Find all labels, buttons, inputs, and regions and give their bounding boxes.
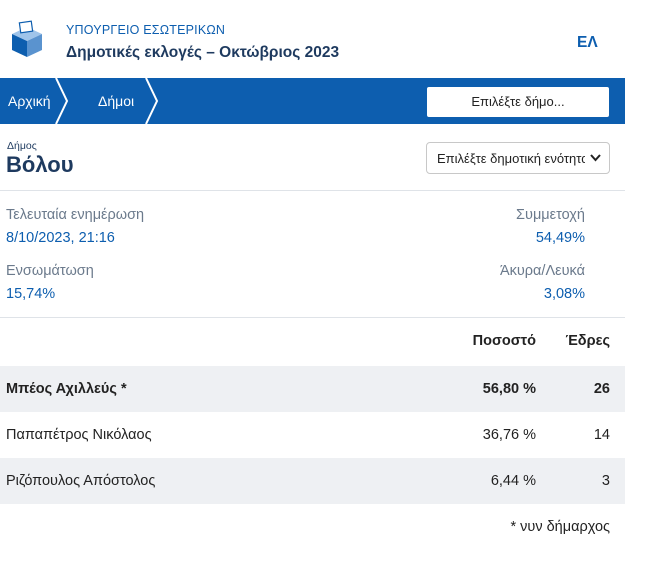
candidate-percent: 56,80 % bbox=[482, 381, 536, 397]
chevron-right-icon bbox=[55, 78, 69, 124]
chevron-right-icon bbox=[145, 78, 159, 124]
candidate-name: Μπέος Αχιλλεύς * bbox=[6, 381, 127, 397]
candidate-seats: 14 bbox=[593, 427, 610, 443]
candidate-name: Ριζόπουλος Απόστολος bbox=[6, 473, 156, 489]
candidate-seats: 3 bbox=[601, 473, 610, 489]
invalid-blank-value: 3,08% bbox=[543, 286, 585, 302]
results-app: ΥΠΟΥΡΓΕΙΟ ΕΣΩΤΕΡΙΚΩΝ Δημοτικές εκλογές –… bbox=[0, 0, 625, 564]
last-update-label: Τελευταία ενημέρωση bbox=[6, 207, 145, 223]
candidate-name: Παπαπέτρος Νικόλαος bbox=[6, 427, 152, 443]
breadcrumb-home[interactable]: Αρχική bbox=[8, 78, 51, 124]
select-municipality-button[interactable]: Επιλέξτε δήμο... bbox=[427, 87, 609, 117]
integration-label: Ενσωμάτωση bbox=[6, 263, 94, 279]
divider bbox=[0, 190, 625, 191]
table-row: Ριζόπουλος Απόστολος 6,44 % 3 bbox=[0, 458, 625, 504]
turnout-value: 54,49% bbox=[535, 230, 585, 246]
breadcrumb-bar: Αρχική Δήμοι Επιλέξτε δήμο... bbox=[0, 78, 625, 124]
invalid-blank-label: Άκυρα/Λευκά bbox=[499, 263, 585, 279]
turnout-label: Συμμετοχή bbox=[516, 207, 585, 223]
integration-value: 15,74% bbox=[6, 286, 56, 302]
candidate-seats: 26 bbox=[593, 381, 610, 397]
language-switch[interactable]: ΕΛ bbox=[577, 34, 598, 52]
municipality-name: Βόλου bbox=[6, 152, 74, 177]
divider bbox=[0, 317, 625, 318]
last-update-value: 8/10/2023, 21:16 bbox=[6, 230, 115, 246]
table-row: Παπαπέτρος Νικόλαος 36,76 % 14 bbox=[0, 412, 625, 458]
election-title: Δημοτικές εκλογές – Οκτώβριος 2023 bbox=[66, 44, 340, 61]
candidate-percent: 6,44 % bbox=[490, 473, 536, 489]
chevron-down-icon bbox=[590, 154, 601, 162]
table-row: Μπέος Αχιλλεύς * 56,80 % 26 bbox=[0, 366, 625, 412]
ministry-name: ΥΠΟΥΡΓΕΙΟ ΕΣΩΤΕΡΙΚΩΝ bbox=[66, 23, 226, 37]
municipal-unit-dropdown-value: Επιλέξτε δημοτική ενότητα bbox=[437, 151, 585, 166]
municipality-label: Δήμος bbox=[7, 140, 37, 152]
percent-column-header: Ποσοστό bbox=[472, 333, 536, 349]
candidate-percent: 36,76 % bbox=[482, 427, 536, 443]
header: ΥΠΟΥΡΓΕΙΟ ΕΣΩΤΕΡΙΚΩΝ Δημοτικές εκλογές –… bbox=[0, 0, 625, 78]
municipal-unit-dropdown[interactable]: Επιλέξτε δημοτική ενότητα bbox=[426, 142, 610, 174]
breadcrumb-municipalities[interactable]: Δήμοι bbox=[98, 78, 134, 124]
ballot-box-icon bbox=[12, 20, 42, 57]
incumbent-footnote: * νυν δήμαρχος bbox=[510, 519, 610, 535]
seats-column-header: Έδρες bbox=[565, 333, 610, 349]
